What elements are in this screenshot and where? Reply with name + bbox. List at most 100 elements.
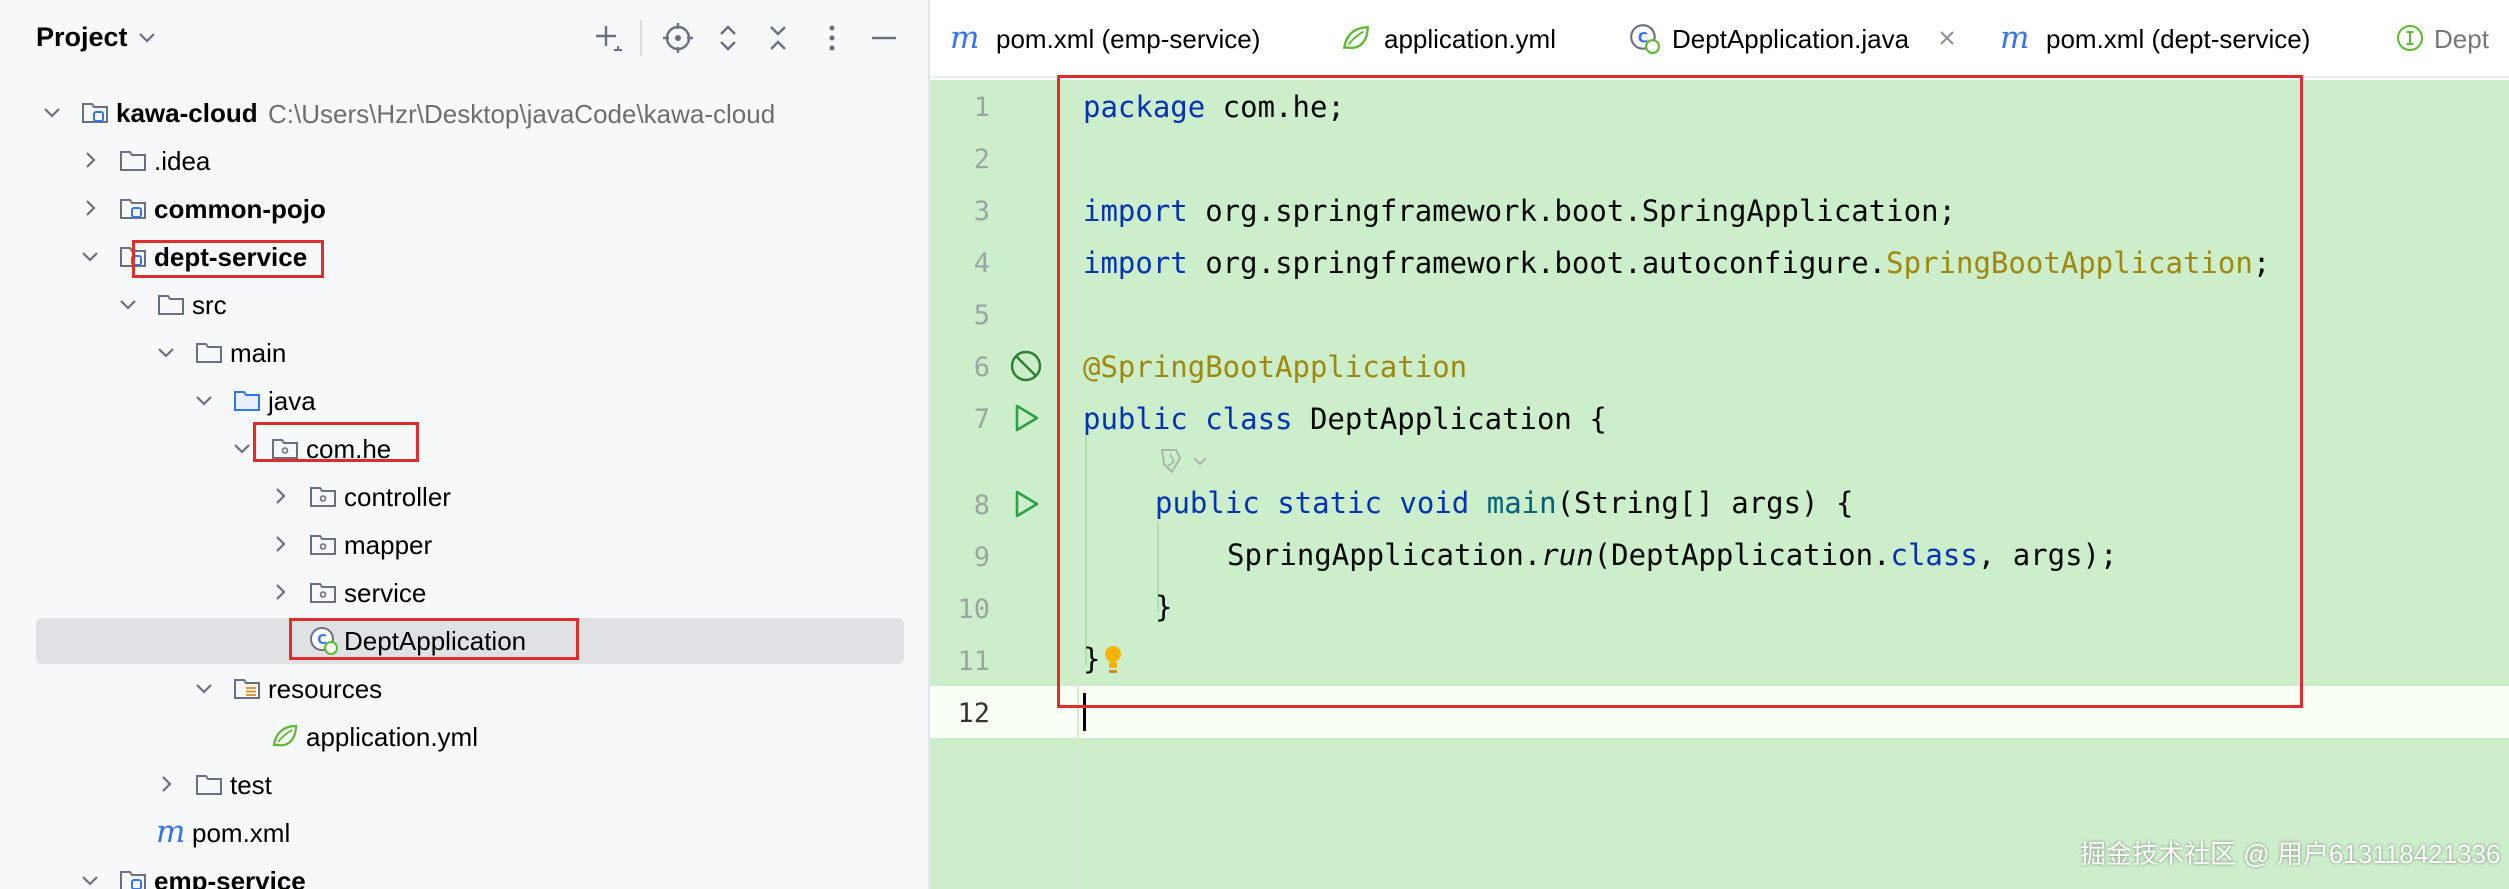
package-icon xyxy=(310,583,336,603)
chevron-down-icon[interactable] xyxy=(114,290,142,318)
highlight-box-com-he xyxy=(253,422,419,462)
tree-item-label: service xyxy=(344,578,427,608)
line-number: 10 xyxy=(957,594,990,625)
chevron-right-icon[interactable] xyxy=(76,146,104,174)
tab-label: pom.xml (dept-service) xyxy=(2046,24,2311,54)
locate-icon[interactable] xyxy=(660,20,696,56)
highlight-box-code xyxy=(1057,75,2303,708)
header-separator xyxy=(640,20,642,56)
tree-item-label: resources xyxy=(268,674,383,704)
module-folder-icon xyxy=(120,871,146,889)
package-icon xyxy=(310,535,336,555)
tab-label: pom.xml (emp-service) xyxy=(996,24,1261,54)
line-number: 3 xyxy=(973,196,990,227)
folder-icon xyxy=(196,343,222,363)
tree-item-main[interactable]: main xyxy=(0,328,928,376)
folder-icon xyxy=(158,295,184,315)
tree-item-idea[interactable]: .idea xyxy=(0,136,928,184)
highlight-box-dept-service xyxy=(132,240,324,278)
run-icon[interactable] xyxy=(1006,398,1046,438)
collapse-all-icon[interactable] xyxy=(760,20,796,56)
tree-item-label: .idea xyxy=(154,146,211,176)
tree-item-test[interactable]: test xyxy=(0,760,928,808)
line-number: 11 xyxy=(957,646,990,677)
tree-item-label: src xyxy=(192,290,227,320)
chevron-down-icon[interactable] xyxy=(76,866,104,889)
watermark: 掘金技术社区 @ 用户613118421336 xyxy=(2080,839,2501,869)
tree-item-label: test xyxy=(230,770,272,800)
tree-item-common-pojo[interactable]: common-pojo xyxy=(0,184,928,232)
tab-dept-application-java[interactable]: C DeptApplication.java xyxy=(1616,0,1978,76)
tree-item-path: C:\Users\Hzr\Desktop\javaCode\kawa-cloud xyxy=(268,99,776,129)
line-number: 7 xyxy=(973,404,990,435)
folder-icon xyxy=(196,775,222,795)
spring-config-icon xyxy=(1342,26,1369,49)
tree-item-java[interactable]: java xyxy=(0,376,928,424)
line-number: 2 xyxy=(973,144,990,175)
close-icon[interactable] xyxy=(1934,25,1960,51)
project-tool-window: Project kawa-cloud C:\Users\Hzr\Desktop\… xyxy=(0,0,928,889)
tab-dept-interface[interactable]: Dept xyxy=(2394,0,2509,76)
tree-item-pom-xml[interactable]: m pom.xml xyxy=(0,808,928,856)
module-folder-icon xyxy=(120,199,146,219)
package-icon xyxy=(310,487,336,507)
chevron-down-icon[interactable] xyxy=(132,22,162,52)
chevron-right-icon[interactable] xyxy=(266,482,294,510)
tab-label: DeptApplication.java xyxy=(1672,24,1910,54)
resources-folder-icon xyxy=(234,679,260,699)
tree-item-service[interactable]: service xyxy=(0,568,928,616)
tree-item-label: emp-service xyxy=(154,866,306,889)
chevron-down-icon[interactable] xyxy=(190,674,218,702)
tab-pom-emp-service[interactable]: m pom.xml (emp-service) xyxy=(950,0,1280,76)
project-panel-title[interactable]: Project xyxy=(36,22,128,53)
chevron-right-icon[interactable] xyxy=(266,578,294,606)
chevron-down-icon[interactable] xyxy=(228,434,256,462)
chevron-right-icon[interactable] xyxy=(152,770,180,798)
line-number: 8 xyxy=(973,490,990,521)
maven-icon: m xyxy=(156,814,186,850)
tree-item-label: java xyxy=(268,386,316,416)
tree-item-controller[interactable]: controller xyxy=(0,472,928,520)
tab-pom-dept-service[interactable]: m pom.xml (dept-service) xyxy=(2000,0,2340,76)
tree-item-com-he[interactable]: com.he xyxy=(0,424,928,472)
chevron-down-icon[interactable] xyxy=(38,98,66,126)
chevron-down-icon[interactable] xyxy=(76,242,104,270)
chevron-down-icon[interactable] xyxy=(190,386,218,414)
chevron-down-icon[interactable] xyxy=(152,338,180,366)
line-number: 9 xyxy=(973,542,990,573)
no-beans-icon[interactable] xyxy=(1006,346,1046,386)
expand-all-icon[interactable] xyxy=(710,20,746,56)
spring-config-icon xyxy=(272,724,298,747)
tree-item-emp-service[interactable]: emp-service xyxy=(0,856,928,889)
maven-icon: m xyxy=(950,20,980,56)
project-panel-header: Project xyxy=(0,0,928,78)
tab-label: application.yml xyxy=(1384,24,1556,54)
tree-item-label: application.yml xyxy=(306,722,478,752)
source-folder-icon xyxy=(234,391,260,411)
tab-label: Dept xyxy=(2434,24,2489,54)
module-folder-icon xyxy=(82,103,108,123)
add-icon[interactable] xyxy=(590,20,626,56)
tree-item-mapper[interactable]: mapper xyxy=(0,520,928,568)
run-icon[interactable] xyxy=(1006,484,1046,524)
line-number: 4 xyxy=(973,248,990,279)
tree-item-src[interactable]: src xyxy=(0,280,928,328)
maven-icon: m xyxy=(2000,20,2030,56)
chevron-right-icon[interactable] xyxy=(76,194,104,222)
spring-boot-class-icon: C xyxy=(1630,24,1660,54)
chevron-right-icon[interactable] xyxy=(266,530,294,558)
tree-item-label: mapper xyxy=(344,530,433,560)
tree-item-label: common-pojo xyxy=(154,194,326,224)
line-number: 6 xyxy=(973,352,990,383)
tree-item-label: main xyxy=(230,338,287,368)
more-options-icon[interactable] xyxy=(814,20,850,56)
hide-panel-icon[interactable] xyxy=(866,20,902,56)
line-number: 12 xyxy=(957,698,990,729)
tree-item-resources[interactable]: resources xyxy=(0,664,928,712)
tree-item-application-yml[interactable]: application.yml xyxy=(0,712,928,760)
folder-icon xyxy=(120,151,146,171)
tree-item-kawa-cloud[interactable]: kawa-cloud C:\Users\Hzr\Desktop\javaCode… xyxy=(0,88,928,136)
line-number: 5 xyxy=(973,300,990,331)
tab-application-yml[interactable]: application.yml xyxy=(1340,0,1600,76)
tree-item-label: pom.xml xyxy=(192,818,291,848)
